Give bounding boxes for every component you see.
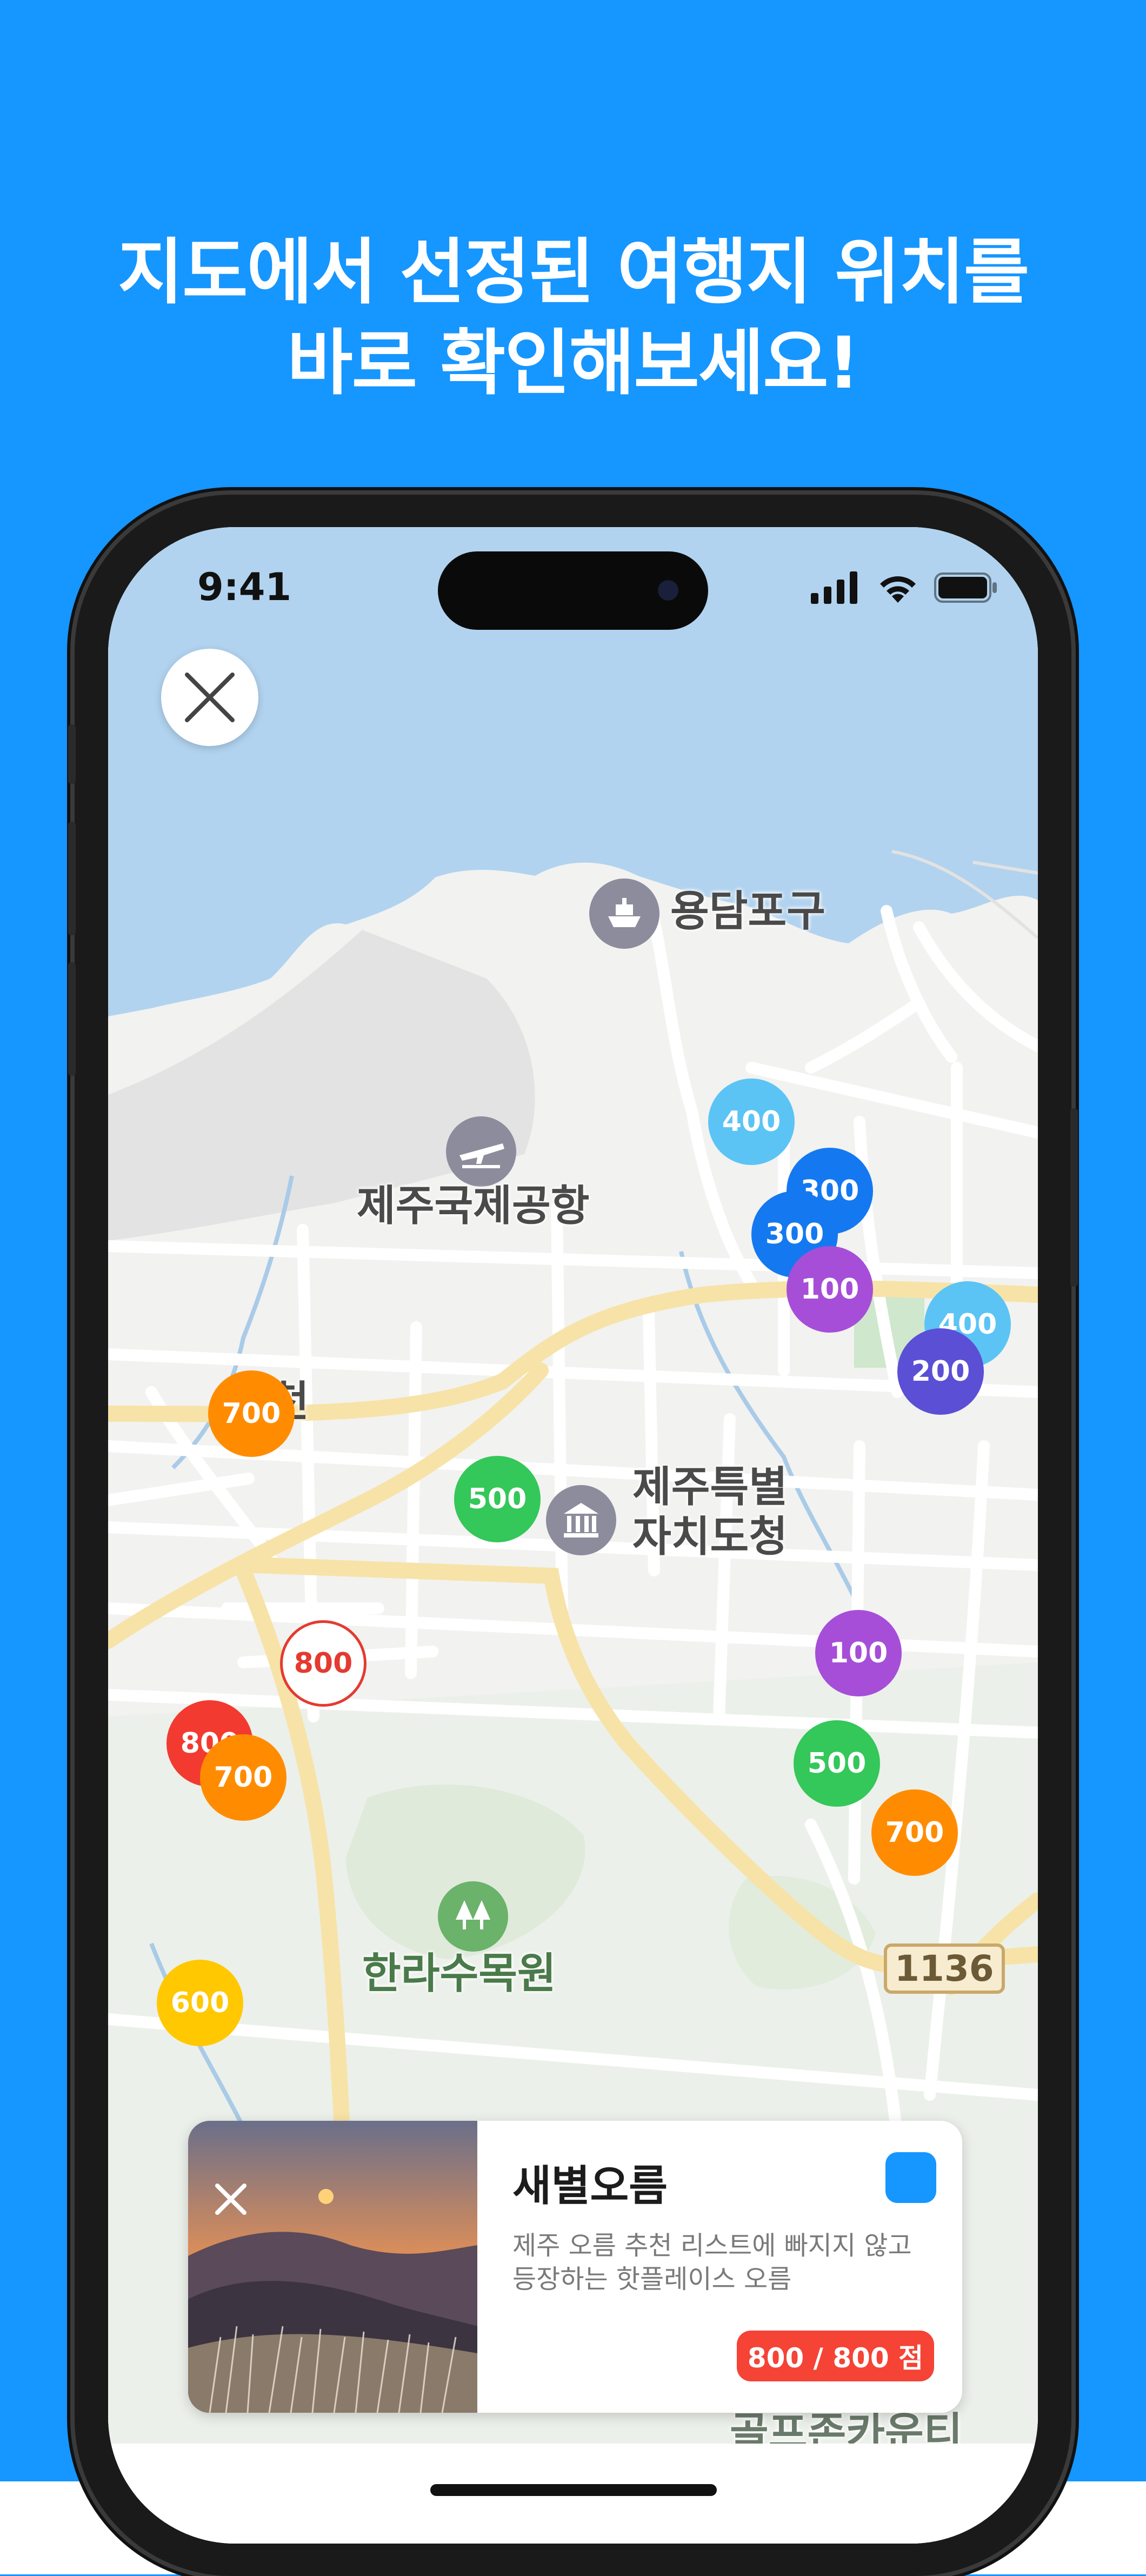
phone-power-button xyxy=(1070,1108,1078,1287)
map-marker[interactable]: 200 xyxy=(897,1328,984,1415)
home-indicator[interactable] xyxy=(430,2484,717,2496)
status-bar: 9:41 xyxy=(108,527,1038,651)
map-marker[interactable]: 500 xyxy=(794,1720,880,1807)
wifi-icon xyxy=(880,576,916,603)
card-close-icon[interactable] xyxy=(206,2175,255,2224)
headline-line-1: 지도에서 선정된 여행지 위치를 xyxy=(117,231,1030,314)
score-badge: 800 / 800 점 xyxy=(737,2331,934,2381)
map-marker[interactable]: 100 xyxy=(787,1246,873,1333)
headline-line-2: 바로 확인해보세요! xyxy=(287,322,860,405)
map-marker[interactable]: 600 xyxy=(157,1960,243,2046)
dynamic-island xyxy=(438,551,708,630)
promo-headline: 지도에서 선정된 여행지 위치를 바로 확인해보세요! xyxy=(0,227,1146,409)
airport-icon xyxy=(446,1116,516,1187)
close-map-button[interactable] xyxy=(161,649,258,746)
map-marker[interactable]: 100 xyxy=(815,1610,902,1696)
close-icon xyxy=(185,673,235,722)
place-description: 제주 오름 추천 리스트에 빠지지 않고 등장하는 핫플레이스 오름 xyxy=(512,2231,912,2294)
phone-side-button xyxy=(68,724,76,784)
map-marker[interactable]: 700 xyxy=(200,1734,286,1821)
place-label-government-line2: 자치도청 xyxy=(632,1513,788,1561)
map-marker[interactable]: 500 xyxy=(454,1456,541,1542)
government-building-icon xyxy=(546,1485,616,1555)
place-title: 새별오름 xyxy=(512,2162,668,2211)
road-number-badge: 1136 xyxy=(884,1943,1005,1994)
battery-icon xyxy=(934,573,997,603)
map-marker[interactable]: 800 xyxy=(280,1620,367,1707)
place-photo xyxy=(188,2121,477,2413)
status-time: 9:41 xyxy=(197,565,292,609)
phone-screen: 9:41 용담포구 제주국제공항 제주특별 자치도청 한라수목원 골프존카운티 … xyxy=(108,527,1038,2544)
front-camera-icon xyxy=(658,580,678,601)
place-label-arboretum: 한라수목원 xyxy=(362,1949,556,1998)
place-label-airport: 제주국제공항 xyxy=(357,1182,590,1230)
map-marker[interactable]: 700 xyxy=(208,1370,295,1457)
phone-volume-up-button xyxy=(68,822,76,935)
bookmark-icon[interactable] xyxy=(885,2152,936,2203)
phone-volume-down-button xyxy=(68,962,76,1076)
place-label-port: 용담포구 xyxy=(670,887,826,936)
ferry-icon xyxy=(589,878,659,949)
place-info-card[interactable]: 새별오름 제주 오름 추천 리스트에 빠지지 않고 등장하는 핫플레이스 오름 … xyxy=(188,2121,962,2413)
map-marker[interactable]: 400 xyxy=(708,1079,795,1165)
tree-icon xyxy=(438,1881,508,1952)
map-marker[interactable]: 700 xyxy=(871,1789,958,1876)
place-label-government-line1: 제주특별 xyxy=(632,1463,788,1512)
cellular-signal-icon xyxy=(811,571,857,604)
